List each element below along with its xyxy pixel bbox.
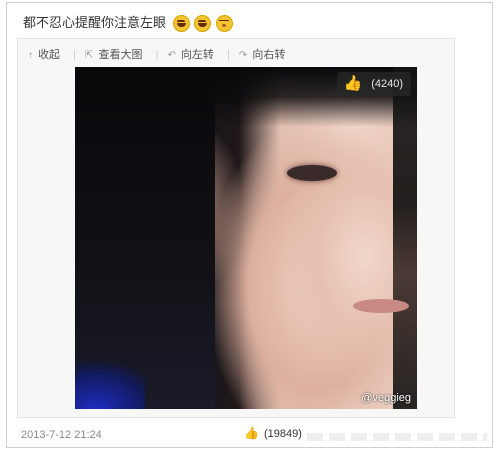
photo-watermark: @veggieg: [361, 392, 411, 404]
thumbs-up-icon: 👍: [343, 75, 363, 93]
emoji-group: [172, 15, 233, 33]
rotate-right-button[interactable]: ↷ 向右转: [239, 46, 285, 62]
toolbar-divider: |: [73, 49, 76, 61]
view-large-icon: ⇱: [85, 50, 94, 61]
view-large-label: 查看大图: [98, 49, 143, 61]
thumbs-up-icon: 👍: [244, 426, 259, 440]
rotate-left-label: 向左转: [180, 49, 214, 61]
image-like-button[interactable]: 👍 (4240): [337, 72, 411, 96]
laugh-emoji-icon: [172, 15, 190, 33]
rotate-right-label: 向右转: [252, 49, 286, 61]
image-like-count: (4240): [371, 78, 403, 90]
post-timestamp[interactable]: 2013-7-12 21:24: [21, 429, 102, 441]
laugh-emoji-icon: [194, 15, 212, 33]
rotate-right-icon: ↷: [238, 50, 248, 61]
faded-footer-actions: [307, 433, 487, 441]
photo-eye: [287, 165, 337, 181]
post-like-button[interactable]: 👍 (19849): [244, 426, 302, 440]
image-toolbar: ↑ 收起 | ⇱ 查看大图 | ↶ 向左转 | ↷ 向右转: [28, 46, 295, 62]
photo-shirt: [75, 357, 145, 409]
image-viewer: ↑ 收起 | ⇱ 查看大图 | ↶ 向左转 | ↷ 向右转 👍 (4240) @…: [17, 38, 455, 418]
post-text-row: 都不忍心提醒你注意左眼: [23, 12, 233, 33]
photo-hair-right: [393, 67, 417, 409]
collapse-icon: ↑: [28, 50, 33, 61]
post-text: 都不忍心提醒你注意左眼: [23, 15, 167, 30]
collapse-button[interactable]: ↑ 收起: [28, 46, 60, 62]
rotate-left-button[interactable]: ↶ 向左转: [167, 46, 213, 62]
weibo-post-card: 都不忍心提醒你注意左眼 ↑ 收起 | ⇱ 查看大图 | ↶ 向左转 | ↷ 向右…: [6, 2, 493, 448]
collapse-label: 收起: [38, 49, 61, 61]
rotate-left-icon: ↶: [167, 50, 176, 61]
photo-lips: [353, 299, 409, 313]
view-large-button[interactable]: ⇱ 查看大图: [85, 46, 142, 62]
toolbar-divider: |: [227, 49, 230, 61]
post-photo[interactable]: 👍 (4240) @veggieg: [75, 67, 417, 409]
post-like-count: (19849): [264, 428, 302, 440]
toolbar-divider: |: [155, 49, 159, 61]
shy-emoji-icon: [215, 15, 233, 33]
